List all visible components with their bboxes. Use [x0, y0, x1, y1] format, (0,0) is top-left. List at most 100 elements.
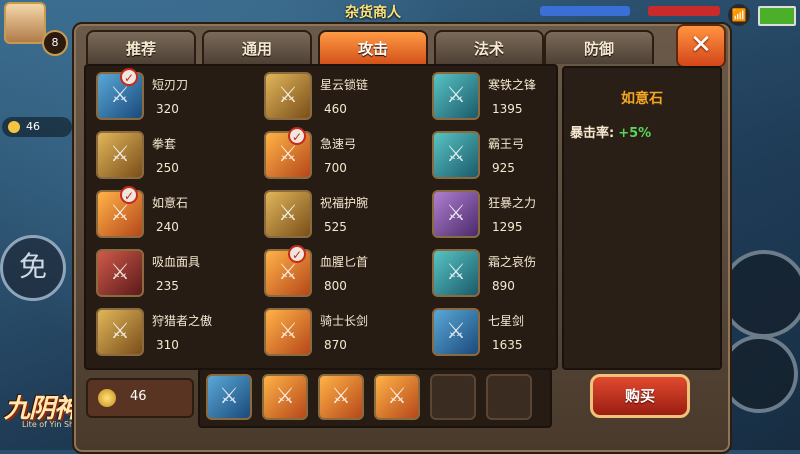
shop-item[interactable]: ⚔ ✓ 短刃刀 320: [92, 68, 247, 130]
tab-defense[interactable]: 防御: [544, 30, 654, 64]
item-price: 310: [156, 338, 179, 352]
item-glyph: ⚔: [446, 142, 466, 167]
item-price: 1395: [492, 102, 523, 116]
blade-icon: ⚔: [432, 72, 480, 120]
empty-cart-slot[interactable]: [430, 374, 476, 420]
tab-recommended[interactable]: 推荐: [86, 30, 196, 64]
player-avatar[interactable]: [4, 2, 46, 44]
item-glyph: ⚔: [331, 384, 351, 409]
crossbow-icon: ⚔: [96, 308, 144, 356]
item-price: 925: [492, 161, 515, 175]
item-price: 320: [156, 102, 179, 116]
item-name: 拳套: [152, 137, 177, 151]
gold-coin-icon: [98, 389, 116, 407]
item-glyph: ⚔: [446, 260, 466, 285]
mask-icon: ⚔: [96, 249, 144, 297]
item-name: 血腥匕首: [320, 255, 369, 269]
shop-item[interactable]: ⚔ 狂暴之力 1295: [428, 188, 583, 248]
sword-icon: ⚔: [432, 308, 480, 356]
item-name: 吸血面具: [152, 255, 201, 269]
shop-item[interactable]: ⚔ 霸王弓 925: [428, 129, 583, 189]
shop-item[interactable]: ⚔ 七星剑 1635: [428, 306, 583, 366]
item-glyph: ⚔: [110, 260, 130, 285]
stat-label: 暴击率:: [570, 126, 615, 141]
empty-cart-slot[interactable]: [486, 374, 532, 420]
bow-icon: ⚔: [432, 131, 480, 179]
item-name: 如意石: [152, 196, 189, 210]
item-glyph: ⚔: [446, 319, 466, 344]
battery-icon: [758, 6, 796, 26]
item-glyph: ⚔: [387, 384, 407, 409]
npc-title: 杂货商人: [345, 5, 401, 21]
bow-icon[interactable]: ⚔: [262, 374, 308, 420]
item-price: 1635: [492, 338, 523, 352]
shop-item[interactable]: ⚔ 霜之哀伤 890: [428, 247, 583, 307]
shop-item[interactable]: ⚔ 吸血面具 235: [92, 247, 247, 307]
item-glyph: ⚔: [446, 201, 466, 226]
item-glyph: ⚔: [110, 319, 130, 344]
player-level-badge: 8: [42, 30, 68, 56]
item-price: 700: [324, 161, 347, 175]
item-glyph: ⚔: [446, 83, 466, 108]
coin-counter: 46: [2, 117, 72, 137]
item-name: 祝福护腕: [320, 196, 369, 210]
item-name: 短刃刀: [152, 78, 189, 92]
item-name: 急速弓: [320, 137, 357, 151]
avoid-skill-button[interactable]: 免: [0, 235, 66, 301]
item-price: 235: [156, 279, 179, 293]
item-name: 狂暴之力: [488, 196, 537, 210]
dagger-icon[interactable]: ⚔: [318, 374, 364, 420]
buy-button[interactable]: 购买: [590, 374, 690, 418]
shop-item[interactable]: ⚔ ✓ 血腥匕首 800: [260, 245, 415, 307]
gold-display: 46: [86, 378, 194, 418]
tab-magic[interactable]: 法术: [434, 30, 544, 64]
item-glyph: ⚔: [278, 319, 298, 344]
shop-item[interactable]: ⚔ ✓ 急速弓 700: [260, 127, 415, 189]
skill-button-1[interactable]: [720, 250, 800, 338]
health-bar: [648, 6, 720, 16]
item-name: 七星剑: [488, 314, 525, 328]
gold-amount: 46: [130, 389, 147, 404]
item-detail-panel: 如意石 暴击率: +5%: [562, 66, 722, 370]
item-name: 寒铁之锋: [488, 78, 537, 92]
gauntlet-icon: ⚔: [96, 131, 144, 179]
checkmark-icon: ✓: [288, 127, 306, 145]
detail-stat: 暴击率: +5%: [570, 122, 651, 141]
shop-item[interactable]: ⚔ 寒铁之锋 1395: [428, 70, 583, 130]
sword-icon: ⚔: [264, 308, 312, 356]
tab-attack[interactable]: 攻击: [318, 30, 428, 64]
item-price: 240: [156, 220, 179, 234]
shop-item[interactable]: ⚔ 星云锁链 460: [260, 70, 415, 130]
item-grid: ⚔ ✓ 短刃刀 320 ⚔ 星云锁链 460 ⚔ 寒铁之锋 1395 ⚔ 拳套 250 ⚔ ✓ 急速弓 700 ⚔…: [84, 64, 558, 370]
sword-icon: ⚔: [432, 249, 480, 297]
item-price: 870: [324, 338, 347, 352]
item-price: 250: [156, 161, 179, 175]
item-name: 骑士长剑: [320, 314, 369, 328]
checkmark-icon: ✓: [288, 245, 306, 263]
coin-icon: [8, 121, 20, 133]
item-price: 525: [324, 220, 347, 234]
shop-item[interactable]: ⚔ 拳套 250: [92, 129, 247, 189]
item-name: 星云锁链: [320, 78, 369, 92]
shop-item[interactable]: ⚔ 狩猎者之傲 310: [92, 306, 247, 366]
shop-item[interactable]: ⚔ 骑士长剑 870: [260, 306, 415, 366]
detail-item-name: 如意石: [621, 91, 663, 107]
dagger-icon[interactable]: ⚔: [206, 374, 252, 420]
bracer-icon: ⚔: [264, 190, 312, 238]
item-glyph: ⚔: [278, 83, 298, 108]
item-glyph: ⚔: [278, 201, 298, 226]
tab-general[interactable]: 通用: [202, 30, 312, 64]
item-name: 霜之哀伤: [488, 255, 537, 269]
shop-item[interactable]: ⚔ ✓ 如意石 240: [92, 186, 247, 248]
chain-icon: ⚔: [264, 72, 312, 120]
checkmark-icon: ✓: [120, 186, 138, 204]
item-price: 460: [324, 102, 347, 116]
item-price: 890: [492, 279, 515, 293]
checkmark-icon: ✓: [120, 68, 138, 86]
item-price: 1295: [492, 220, 523, 234]
shop-item[interactable]: ⚔ 祝福护腕 525: [260, 188, 415, 248]
close-button[interactable]: ✕: [676, 24, 726, 68]
category-tabs: 推荐 通用 攻击 法术 防御: [86, 30, 654, 64]
item-glyph: ⚔: [219, 384, 239, 409]
stone-icon[interactable]: ⚔: [374, 374, 420, 420]
